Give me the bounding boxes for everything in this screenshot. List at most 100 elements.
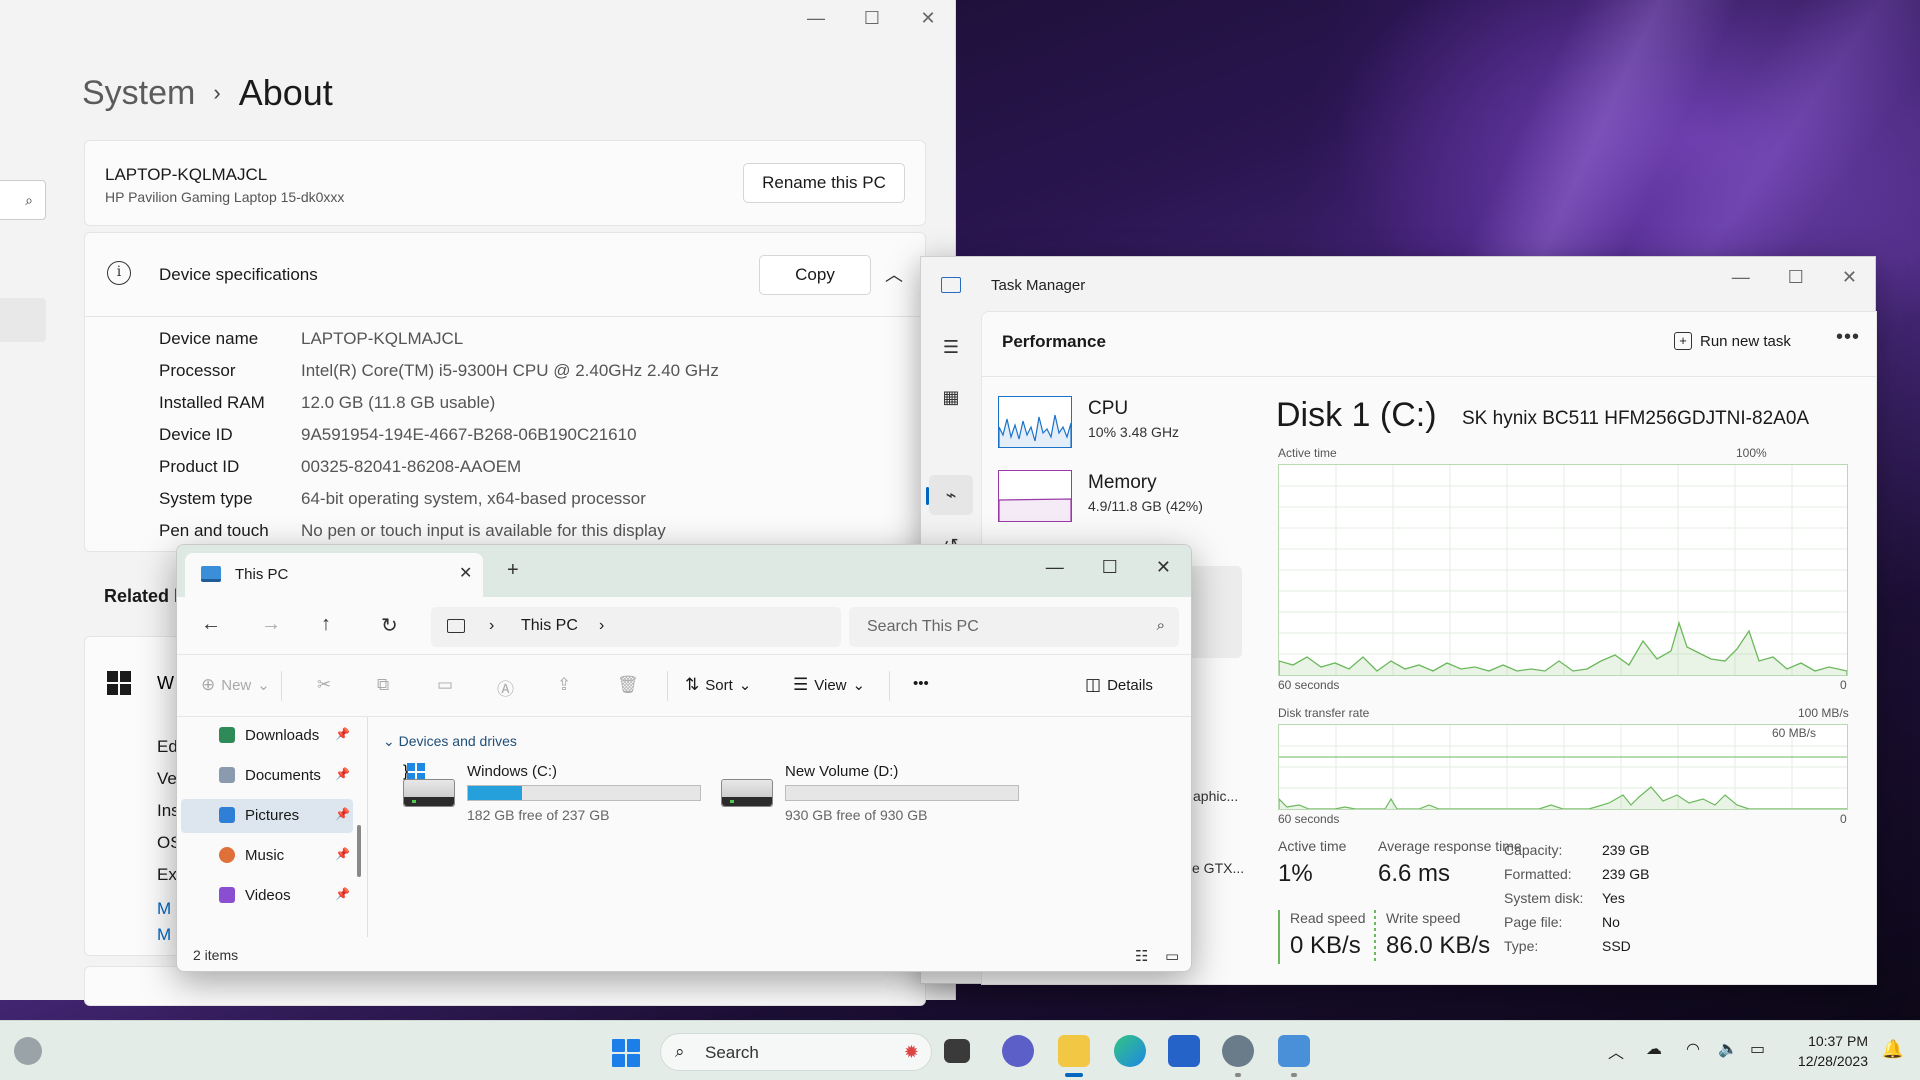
edge-icon[interactable] — [1114, 1035, 1146, 1067]
settings-gear-icon[interactable] — [1222, 1035, 1254, 1067]
notification-bell-icon[interactable]: 🔔 — [1882, 1039, 1904, 1060]
close-button[interactable]: ✕ — [1156, 557, 1171, 578]
system-clock[interactable]: 10:37 PM 12/28/2023 — [1798, 1031, 1868, 1071]
tiles-view-icon[interactable]: ▭ — [1165, 947, 1179, 965]
license-link[interactable]: M — [157, 899, 171, 919]
teams-chat-icon[interactable] — [1002, 1035, 1034, 1067]
volume-icon[interactable]: 🔈 — [1718, 1039, 1738, 1059]
chevron-right-icon[interactable]: › — [489, 617, 494, 635]
run-new-task-button[interactable]: + Run new task — [1674, 332, 1791, 350]
nav-item-videos[interactable]: Videos 📌 — [181, 879, 353, 913]
nav-item-documents[interactable]: Documents 📌 — [181, 759, 353, 793]
sort-button[interactable]: ⇅ Sort ⌄ — [685, 675, 751, 695]
nav-scrollbar[interactable] — [357, 825, 361, 877]
spec-label: Installed RAM — [159, 393, 265, 412]
address-segment-this-pc[interactable]: This PC — [521, 617, 578, 635]
resource-memory[interactable]: Memory 4.9/11.8 GB (42%) — [998, 470, 1238, 532]
new-button[interactable]: ⊕ New ⌄ — [201, 675, 270, 695]
address-bar[interactable]: › This PC › — [431, 607, 841, 647]
pictures-icon — [219, 807, 235, 823]
rename-icon[interactable]: Ⓐ — [497, 675, 514, 700]
maximize-button[interactable]: ☐ — [1102, 557, 1118, 578]
weather-widget-icon[interactable] — [14, 1037, 42, 1065]
running-app-indicator — [1291, 1073, 1297, 1077]
computer-icon — [447, 619, 465, 633]
pin-icon: 📌 — [335, 807, 350, 821]
copy-button[interactable]: Copy — [759, 255, 871, 295]
related-links-heading: Related l — [104, 586, 180, 606]
taskbar-search[interactable]: ⌕ Search ✹ — [660, 1033, 932, 1071]
task-manager-titlebar[interactable]: Task Manager — ☐ ✕ — [921, 257, 1875, 311]
property-value: 239 GB — [1602, 842, 1650, 858]
delete-icon[interactable]: 🗑 — [617, 675, 639, 695]
hamburger-menu-icon[interactable]: ☰ — [939, 335, 963, 359]
task-manager-taskbar-icon[interactable] — [1278, 1035, 1310, 1067]
chevron-down-icon: ⌄ — [257, 677, 270, 694]
nav-item-music[interactable]: Music 📌 — [181, 839, 353, 873]
rename-pc-button[interactable]: Rename this PC — [743, 163, 905, 203]
memory-thumbnail-graph — [998, 470, 1072, 522]
chevron-up-icon[interactable]: ︿ — [1608, 1039, 1624, 1063]
processes-icon[interactable]: ▦ — [939, 385, 963, 409]
task-view-icon[interactable] — [944, 1039, 970, 1063]
active-app-indicator — [1065, 1073, 1083, 1077]
view-button[interactable]: ☰ View ⌄ — [793, 675, 865, 695]
explorer-tab-bar[interactable]: This PC ✕ + — ☐ ✕ — [177, 545, 1191, 597]
transfer-graph-timespan: 60 seconds — [1278, 812, 1340, 826]
share-icon[interactable]: ⇪ — [557, 675, 571, 695]
nav-item-downloads[interactable]: Downloads 📌 — [181, 719, 353, 753]
tab-this-pc[interactable]: This PC ✕ — [185, 553, 483, 597]
sidebar-selected-item[interactable] — [0, 298, 46, 342]
chevron-up-icon[interactable]: ︿ — [885, 261, 903, 287]
copy-icon[interactable]: ⧉ — [377, 675, 389, 695]
minimize-button[interactable]: — — [1732, 267, 1750, 288]
search-input[interactable]: Search This PC ⌕ — [849, 607, 1179, 647]
gpu-resource-label[interactable]: aphic... — [1193, 788, 1238, 804]
read-speed-indicator — [1278, 910, 1280, 964]
minimize-button[interactable]: — — [1046, 557, 1064, 578]
start-button[interactable] — [612, 1039, 640, 1067]
more-options-icon[interactable]: ••• — [913, 675, 929, 692]
view-label: View — [814, 676, 847, 694]
performance-icon[interactable]: ⌁ — [939, 483, 963, 507]
spec-value: LAPTOP-KQLMAJCL — [301, 329, 464, 348]
forward-button[interactable]: → — [261, 613, 281, 636]
spec-label: Product ID — [159, 457, 240, 476]
spec-value: 00325-82041-86208-AAOEM — [301, 457, 522, 476]
chevron-down-icon: ⌄ — [738, 677, 752, 694]
cut-icon[interactable]: ✂ — [317, 675, 331, 695]
nav-item-pictures[interactable]: Pictures 📌 — [181, 799, 353, 833]
file-explorer-icon[interactable] — [1058, 1035, 1090, 1067]
more-options-icon[interactable]: ••• — [1836, 326, 1860, 349]
search-icon[interactable]: ⌕ — [0, 180, 46, 220]
battery-icon[interactable]: ▭ — [1750, 1039, 1765, 1059]
store-icon[interactable] — [1168, 1035, 1200, 1067]
onedrive-offline-icon[interactable]: ☁ — [1646, 1039, 1662, 1059]
maximize-button[interactable]: ☐ — [861, 8, 883, 29]
devices-and-drives-group[interactable]: ⌄ Devices and drives — [383, 733, 517, 750]
wifi-icon[interactable]: ◠ — [1686, 1039, 1700, 1059]
chevron-right-icon[interactable]: › — [599, 617, 604, 635]
drive-d[interactable]: New Volume (D:) 930 GB free of 930 GB — [721, 763, 1021, 827]
maximize-button[interactable]: ☐ — [1788, 267, 1804, 288]
gpu-resource-label[interactable]: e GTX... — [1192, 860, 1244, 876]
resource-cpu[interactable]: CPU 10% 3.48 GHz — [998, 396, 1238, 458]
divider — [281, 671, 282, 701]
paste-icon[interactable]: ▭ — [437, 675, 453, 695]
back-button[interactable]: ← — [201, 613, 221, 636]
license-link[interactable]: M — [157, 925, 171, 945]
breadcrumb-system[interactable]: System — [82, 74, 195, 113]
refresh-button[interactable]: ↻ — [381, 613, 398, 638]
close-button[interactable]: ✕ — [917, 8, 939, 29]
minimize-button[interactable]: — — [805, 8, 827, 29]
details-button[interactable]: ◫ Details — [1085, 675, 1153, 695]
up-button[interactable]: ↑ — [321, 613, 331, 636]
divider — [667, 671, 668, 701]
tab-close-icon[interactable]: ✕ — [459, 563, 472, 583]
new-tab-button[interactable]: + — [507, 559, 519, 582]
close-button[interactable]: ✕ — [1842, 267, 1857, 288]
device-specifications-header[interactable]: i Device specifications Copy ︿ — [85, 233, 925, 317]
spec-label: Ed — [157, 737, 178, 756]
drive-c[interactable]: Windows (C:) 182 GB free of 237 GB } — [403, 763, 703, 827]
details-view-icon[interactable]: ☷ — [1135, 947, 1148, 965]
